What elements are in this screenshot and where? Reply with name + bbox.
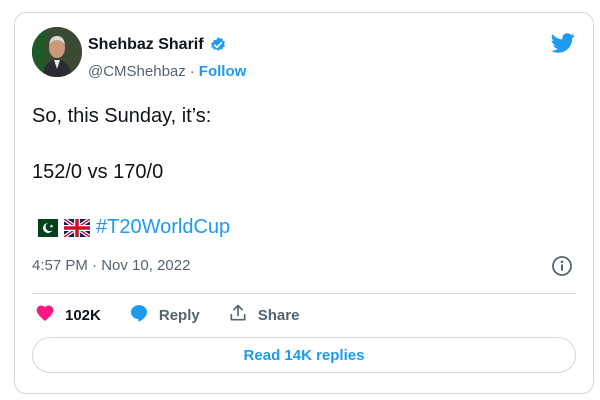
tweet-card[interactable]: Shehbaz Sharif @CMShehbaz · Follow So, t… <box>14 12 594 394</box>
action-bar: 102K Reply Share <box>35 303 299 327</box>
tweet-text-line-1: So, this Sunday, it’s: <box>32 105 212 127</box>
author-handle-row: @CMShehbaz · Follow <box>88 63 246 80</box>
handle-separator: · <box>189 63 195 80</box>
author-name[interactable]: Shehbaz Sharif <box>88 36 204 54</box>
author-handle[interactable]: @CMShehbaz <box>88 63 186 80</box>
share-label: Share <box>257 306 300 324</box>
tweet-text-line-3: #T20WorldCup <box>32 216 230 239</box>
upload-arrow-icon <box>228 303 248 327</box>
share-button[interactable]: Share <box>228 303 300 327</box>
uk-flag-icon <box>62 216 92 239</box>
author-avatar[interactable] <box>32 27 82 77</box>
follow-button[interactable]: Follow <box>199 63 247 80</box>
reply-button[interactable]: Reply <box>129 303 200 327</box>
info-icon[interactable] <box>551 255 573 277</box>
reply-label: Reply <box>158 306 200 324</box>
tweet-text-line-2: 152/0 vs 170/0 <box>32 161 164 183</box>
pakistan-flag-icon <box>32 218 58 237</box>
author-name-row: Shehbaz Sharif <box>88 36 227 54</box>
divider <box>32 293 576 294</box>
hashtag-link[interactable]: #T20WorldCup <box>96 216 230 239</box>
tweet-timestamp[interactable]: 4:57 PM · Nov 10, 2022 <box>32 257 190 274</box>
like-button[interactable]: 102K <box>35 303 101 327</box>
like-count: 102K <box>65 306 101 324</box>
read-replies-button[interactable]: Read 14K replies <box>32 337 576 373</box>
verified-badge-icon <box>209 36 227 54</box>
twitter-bird-icon[interactable] <box>550 31 575 55</box>
speech-bubble-icon <box>129 303 149 327</box>
heart-icon <box>35 303 55 327</box>
